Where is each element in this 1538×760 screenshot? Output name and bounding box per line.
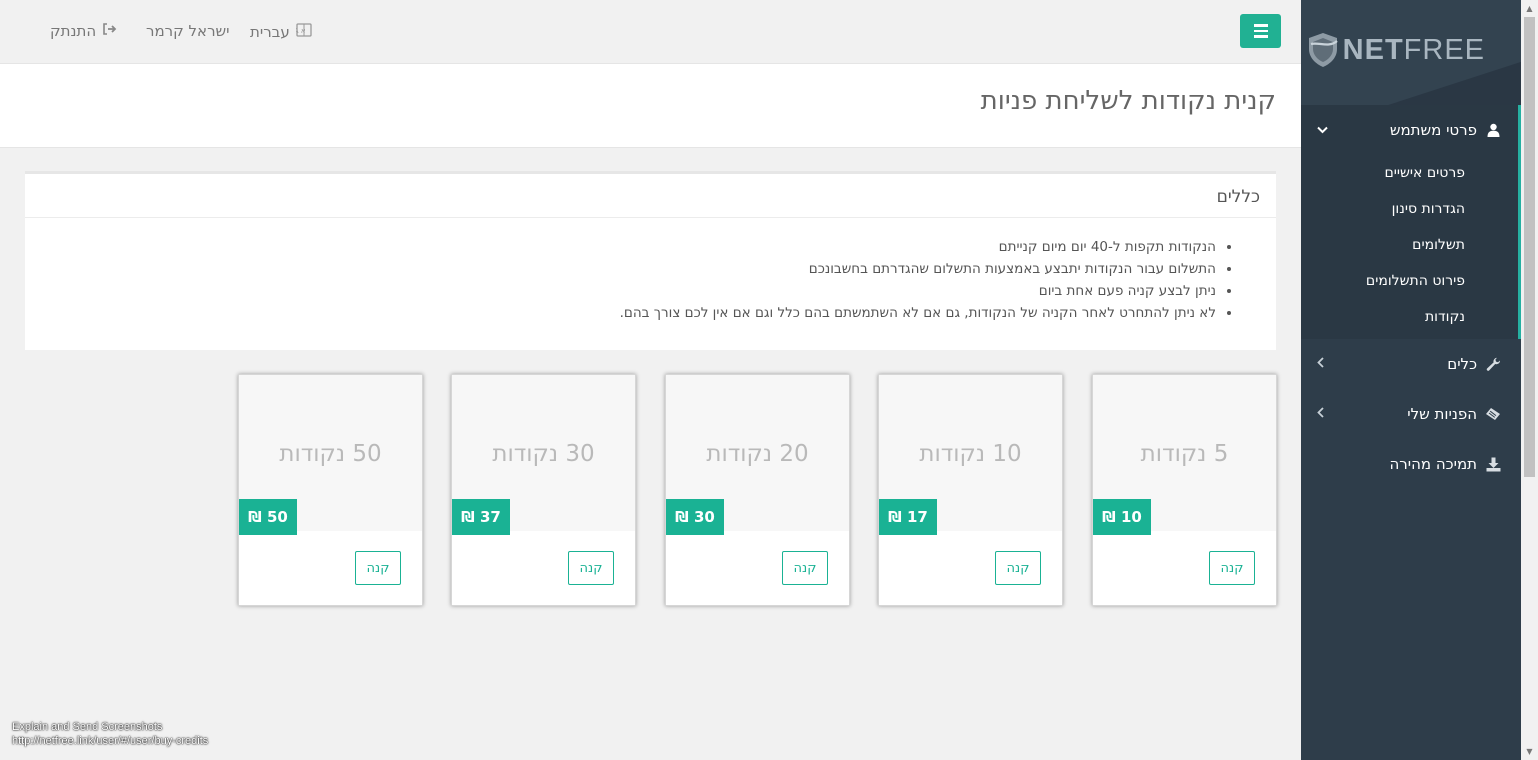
shield-icon <box>1308 33 1338 67</box>
brand-bold: NET <box>1342 33 1404 66</box>
rule-item: הנקודות תקפות ל-40 יום מיום קנייתם <box>620 236 1216 258</box>
sidebar-item-label: תמיכה מהירה <box>1389 455 1477 473</box>
submenu-item-credits[interactable]: נקודות <box>1301 299 1518 335</box>
buy-button[interactable]: קנה <box>995 551 1041 585</box>
rule-item: לא ניתן להתחרט לאחר הקניה של הנקודות, גם… <box>620 302 1216 324</box>
scrollbar-thumb[interactable] <box>1524 17 1535 477</box>
status-overlay: Explain and Send Screenshots http://netf… <box>12 720 208 748</box>
rules-heading: כללים <box>1216 187 1260 207</box>
language-switch-link[interactable]: Aא עברית <box>250 22 312 42</box>
submenu-user-details: פרטים אישיים הגדרות סינון תשלומים פירוט … <box>1301 155 1518 339</box>
chevron-down-icon <box>1317 123 1328 137</box>
credit-package-card: 10 נקודות 17 ₪ קנה <box>878 374 1063 606</box>
buy-button[interactable]: קנה <box>782 551 828 585</box>
scroll-up-arrow-icon[interactable]: ▲ <box>1521 0 1538 17</box>
nav-group-user-details: פרטי משתמש פרטים אישיים הגדרות סינון תשל… <box>1301 105 1521 339</box>
logo-area: NETFREE <box>1301 0 1521 105</box>
chevron-left-icon <box>1317 357 1324 371</box>
sidebar-item-label: פרטי משתמש <box>1389 121 1477 139</box>
package-price-badge: 50 ₪ <box>239 499 297 535</box>
language-icon: Aא <box>293 22 312 42</box>
page-scrollbar[interactable]: ▲ ▼ <box>1521 0 1538 760</box>
brand-light: FREE <box>1403 33 1485 66</box>
status-line: Explain and Send Screenshots <box>12 721 163 733</box>
page-title: קנית נקודות לשליחת פניות <box>980 86 1276 116</box>
hamburger-icon-line <box>1253 29 1268 33</box>
user-icon <box>1483 123 1503 137</box>
netfree-logo[interactable]: NETFREE <box>1307 32 1485 68</box>
package-amount: 50 נקודות <box>279 441 382 467</box>
buy-button[interactable]: קנה <box>568 551 614 585</box>
buy-button[interactable]: קנה <box>355 551 401 585</box>
package-price-badge: 17 ₪ <box>879 499 937 535</box>
package-amount: 5 נקודות <box>1140 441 1229 467</box>
language-label: עברית <box>250 23 290 41</box>
user-name-label: ישראל קרמר <box>146 22 230 40</box>
hamburger-icon-line <box>1253 35 1268 38</box>
download-icon <box>1483 457 1503 472</box>
submenu-item-personal-details[interactable]: פרטים אישיים <box>1301 155 1518 191</box>
package-amount: 30 נקודות <box>492 441 595 467</box>
sidebar-item-user-details[interactable]: פרטי משתמש <box>1301 105 1518 155</box>
credit-package-card: 5 נקודות 10 ₪ קנה <box>1092 374 1277 606</box>
hamburger-icon-line <box>1253 24 1268 27</box>
package-price-badge: 10 ₪ <box>1093 499 1151 535</box>
sidebar: NETFREE פרטי משתמש פרטים אישיים הגדרות ס… <box>1301 0 1521 760</box>
svg-text:A: A <box>296 27 299 35</box>
submenu-item-filter-settings[interactable]: הגדרות סינון <box>1301 191 1518 227</box>
sidebar-item-tools[interactable]: כלים <box>1301 339 1521 389</box>
credit-package-card: 30 נקודות 37 ₪ קנה <box>451 374 636 606</box>
user-name-link[interactable]: ישראל קרמר <box>146 22 230 40</box>
scroll-down-arrow-icon[interactable]: ▼ <box>1521 743 1538 760</box>
brand-name: NETFREE <box>1343 34 1485 67</box>
buy-button[interactable]: קנה <box>1209 551 1255 585</box>
sidebar-item-label: הפניות שלי <box>1407 405 1477 423</box>
svg-text:א: א <box>301 27 306 35</box>
menu-toggle-button[interactable] <box>1240 14 1281 48</box>
package-price-badge: 37 ₪ <box>452 499 510 535</box>
sidebar-item-label: כלים <box>1447 355 1477 373</box>
top-bar: Aא עברית ישראל קרמר התנתק <box>0 0 1301 64</box>
rules-panel: כללים הנקודות תקפות ל-40 יום מיום קנייתם… <box>25 171 1276 350</box>
credit-package-card: 50 נקודות 50 ₪ קנה <box>238 374 423 606</box>
package-amount: 20 נקודות <box>706 441 809 467</box>
package-amount: 10 נקודות <box>919 441 1022 467</box>
credit-package-card: 20 נקודות 30 ₪ קנה <box>665 374 850 606</box>
status-url: http://netfree.link/user/#/user/buy-cred… <box>12 735 209 747</box>
divider <box>25 217 1276 218</box>
logout-label: התנתק <box>50 22 97 40</box>
rules-list: הנקודות תקפות ל-40 יום מיום קנייתם התשלו… <box>620 236 1216 324</box>
package-price-badge: 30 ₪ <box>666 499 724 535</box>
logout-link[interactable]: התנתק <box>50 22 117 40</box>
sidebar-item-my-tickets[interactable]: הפניות שלי <box>1301 389 1521 439</box>
ticket-icon <box>1483 407 1503 421</box>
rule-item: ניתן לבצע קניה פעם אחת ביום <box>620 280 1216 302</box>
page-header: קנית נקודות לשליחת פניות <box>0 64 1301 148</box>
sign-out-icon <box>102 22 117 40</box>
sidebar-item-quick-support[interactable]: תמיכה מהירה <box>1301 439 1521 489</box>
submenu-item-payments[interactable]: תשלומים <box>1301 227 1518 263</box>
wrench-icon <box>1483 357 1503 372</box>
rule-item: התשלום עבור הנקודות יתבצע באמצעות התשלום… <box>620 258 1216 280</box>
chevron-left-icon <box>1317 407 1324 421</box>
submenu-item-payment-details[interactable]: פירוט התשלומים <box>1301 263 1518 299</box>
